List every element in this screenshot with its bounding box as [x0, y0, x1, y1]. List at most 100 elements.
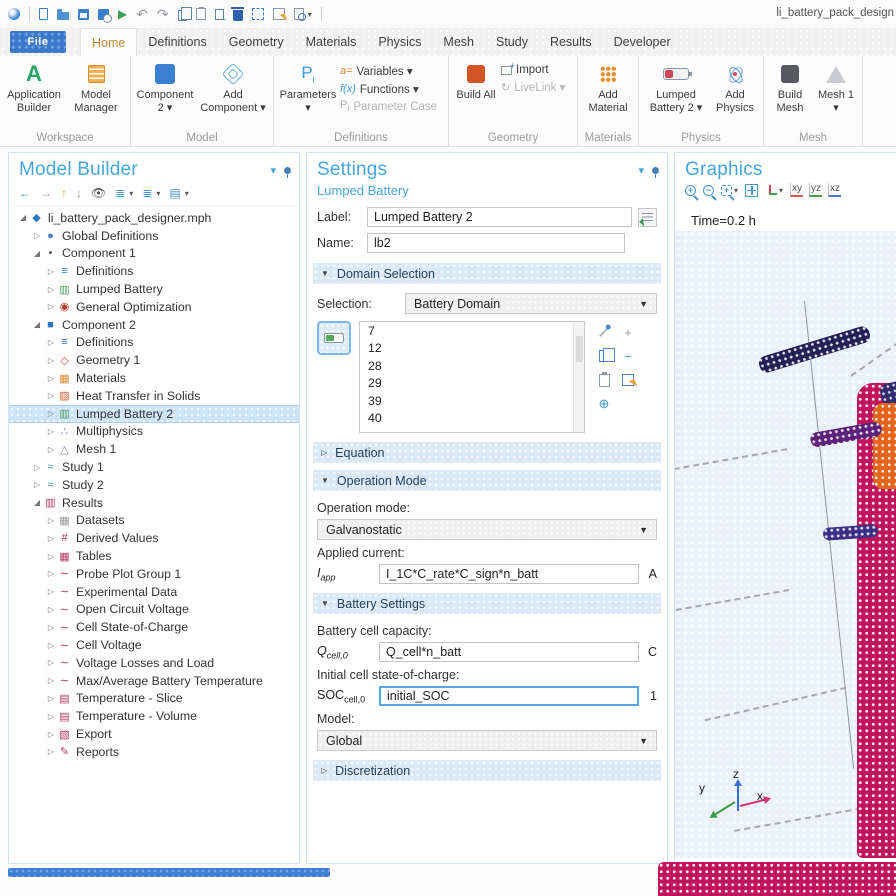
section-battery-settings[interactable]: ▼ Battery Settings — [313, 593, 661, 614]
tree-item[interactable]: ▷▦Materials — [9, 369, 299, 387]
functions-button[interactable]: f(x) Functions ▾ — [340, 82, 444, 96]
applied-current-input[interactable]: I_1C*C_rate*C_sign*n_batt — [379, 564, 639, 584]
expand-icon[interactable]: ▷ — [45, 534, 57, 543]
file-button[interactable]: File — [10, 31, 66, 53]
collapse-icon[interactable]: ◢ — [31, 498, 43, 507]
copy-icon[interactable] — [178, 10, 187, 21]
ribbon-tab-results[interactable]: Results — [539, 30, 603, 54]
paste-selection-icon[interactable] — [599, 374, 610, 387]
expand-icon[interactable]: ▷ — [45, 747, 57, 756]
show-options-icon[interactable]: 👁 — [91, 186, 106, 200]
expand-icon[interactable]: ▷ — [45, 676, 57, 685]
sort-options-icon[interactable]: ≣ — [142, 186, 152, 200]
create-selection-icon[interactable] — [599, 327, 609, 337]
selection-entity[interactable]: 28 — [360, 357, 584, 375]
tree-item[interactable]: ◢▥Results — [9, 494, 299, 512]
open-icon[interactable] — [57, 12, 69, 20]
tree-item[interactable]: ▷∼Probe Plot Group 1 — [9, 565, 299, 583]
view-yz-button[interactable]: yz — [809, 183, 822, 197]
tree-item[interactable]: ▷≈Study 2 — [9, 476, 299, 494]
expand-icon[interactable]: ▷ — [45, 338, 57, 347]
selection-entity[interactable]: 7 — [360, 322, 584, 340]
tree-item[interactable]: ▷▧Export — [9, 725, 299, 743]
component-2-button[interactable]: Component 2 ▾ — [135, 58, 195, 115]
tree-item[interactable]: ◢◆li_battery_pack_designer.mph — [9, 209, 299, 227]
paste-icon[interactable] — [196, 8, 206, 20]
expand-icon[interactable]: ▷ — [45, 712, 57, 721]
zoom-to-selection-icon[interactable]: ⊕ — [593, 393, 615, 415]
selection-list-scrollbar[interactable] — [573, 322, 584, 432]
panel-menu-icon[interactable]: ▾ — [270, 164, 276, 177]
remove-from-selection-icon[interactable]: − — [617, 345, 639, 367]
node-text-options-icon[interactable]: ≣ — [115, 186, 125, 200]
expand-icon[interactable]: ▷ — [45, 641, 57, 650]
zoom-box-icon[interactable]: + — [721, 185, 732, 196]
copy-selection-icon[interactable] — [599, 350, 609, 362]
tree-item[interactable]: ▷▦Datasets — [9, 512, 299, 530]
chevron-down-icon[interactable]: ▾ — [734, 186, 738, 195]
mesh-1-button[interactable]: Mesh 1 ▾ — [814, 58, 858, 115]
application-builder-button[interactable]: A Application Builder — [4, 58, 64, 115]
parameter-case-button[interactable]: Pi Parameter Case — [340, 100, 444, 113]
zoom-in-icon[interactable]: + — [685, 185, 696, 196]
pointer-select-icon[interactable] — [273, 8, 285, 20]
ribbon-tab-physics[interactable]: Physics — [367, 30, 432, 54]
move-down-icon[interactable]: ↓ — [76, 186, 82, 200]
selection-entity[interactable]: 39 — [360, 392, 584, 410]
tree-item[interactable]: ▷∼Cell State-of-Charge — [9, 618, 299, 636]
selection-entity[interactable]: 29 — [360, 375, 584, 393]
tree-item[interactable]: ▷∼Max/Average Battery Temperature — [9, 672, 299, 690]
tree-item[interactable]: ▷▨Heat Transfer in Solids — [9, 387, 299, 405]
tree-item[interactable]: ▷≡Definitions — [9, 262, 299, 280]
collapse-icon[interactable]: ◢ — [17, 213, 29, 222]
tree-item[interactable]: ▷▥Lumped Battery — [9, 280, 299, 298]
new-file-icon[interactable] — [39, 8, 48, 20]
expand-icon[interactable]: ▷ — [45, 409, 57, 418]
expand-icon[interactable]: ▷ — [45, 587, 57, 596]
chevron-down-icon[interactable]: ▾ — [129, 189, 133, 198]
run-icon[interactable]: ▶ — [118, 8, 127, 20]
chevron-down-icon[interactable]: ▾ — [308, 10, 312, 19]
expand-icon[interactable]: ▷ — [45, 658, 57, 667]
columns-options-icon[interactable]: ▤ — [169, 186, 180, 200]
expand-icon[interactable]: ▷ — [45, 427, 57, 436]
expand-icon[interactable]: ▷ — [45, 267, 57, 276]
variables-button[interactable]: a= Variables ▾ — [340, 64, 444, 78]
capacity-input[interactable]: Q_cell*n_batt — [379, 642, 639, 662]
expand-icon[interactable]: ▷ — [45, 605, 57, 614]
ribbon-tab-geometry[interactable]: Geometry — [218, 30, 295, 54]
label-input[interactable]: Lumped Battery 2 — [367, 207, 632, 227]
ribbon-tab-developer[interactable]: Developer — [603, 30, 682, 54]
parameters-button[interactable]: Pi Parameters ▾ — [278, 58, 338, 115]
livelink-button[interactable]: ↻ LiveLink ▾ — [501, 80, 573, 94]
tree-item[interactable]: ▷≈Study 1 — [9, 458, 299, 476]
expand-icon[interactable]: ▷ — [45, 445, 57, 454]
model-manager-button[interactable]: Model Manager — [66, 58, 126, 115]
lumped-battery-2-button[interactable]: Lumped Battery 2 ▾ — [643, 58, 709, 115]
tree-item[interactable]: ▷∼Experimental Data — [9, 583, 299, 601]
go-to-node-button[interactable] — [638, 208, 657, 227]
chevron-down-icon[interactable]: ▾ — [185, 189, 189, 198]
zoom-extents-icon[interactable] — [745, 184, 758, 197]
tree-item[interactable]: ▷∴Multiphysics — [9, 423, 299, 441]
undo-icon[interactable]: ↶ — [136, 7, 148, 21]
save-icon[interactable] — [78, 9, 89, 20]
name-input[interactable]: lb2 — [367, 233, 625, 253]
nav-back-icon[interactable]: ← — [19, 186, 31, 200]
expand-icon[interactable]: ▷ — [45, 569, 57, 578]
expand-icon[interactable]: ▷ — [45, 694, 57, 703]
ribbon-tab-home[interactable]: Home — [80, 28, 137, 56]
expand-icon[interactable]: ▷ — [45, 302, 57, 311]
search-icon[interactable] — [294, 8, 304, 20]
add-component-button[interactable]: Add Component ▾ — [197, 58, 269, 115]
ribbon-tab-materials[interactable]: Materials — [295, 30, 368, 54]
section-discretization[interactable]: ▷ Discretization — [313, 760, 661, 781]
build-all-button[interactable]: Build All — [453, 58, 499, 102]
operation-mode-dropdown[interactable]: Galvanostatic ▼ — [317, 519, 657, 540]
tree-item[interactable]: ▷∼Open Circuit Voltage — [9, 601, 299, 619]
selection-dropdown[interactable]: Battery Domain ▼ — [405, 293, 657, 314]
expand-icon[interactable]: ▷ — [45, 356, 57, 365]
graphics-canvas[interactable]: z y x — [675, 231, 896, 858]
build-mesh-button[interactable]: Build Mesh — [768, 58, 812, 115]
view-xz-button[interactable]: xz — [828, 183, 841, 197]
